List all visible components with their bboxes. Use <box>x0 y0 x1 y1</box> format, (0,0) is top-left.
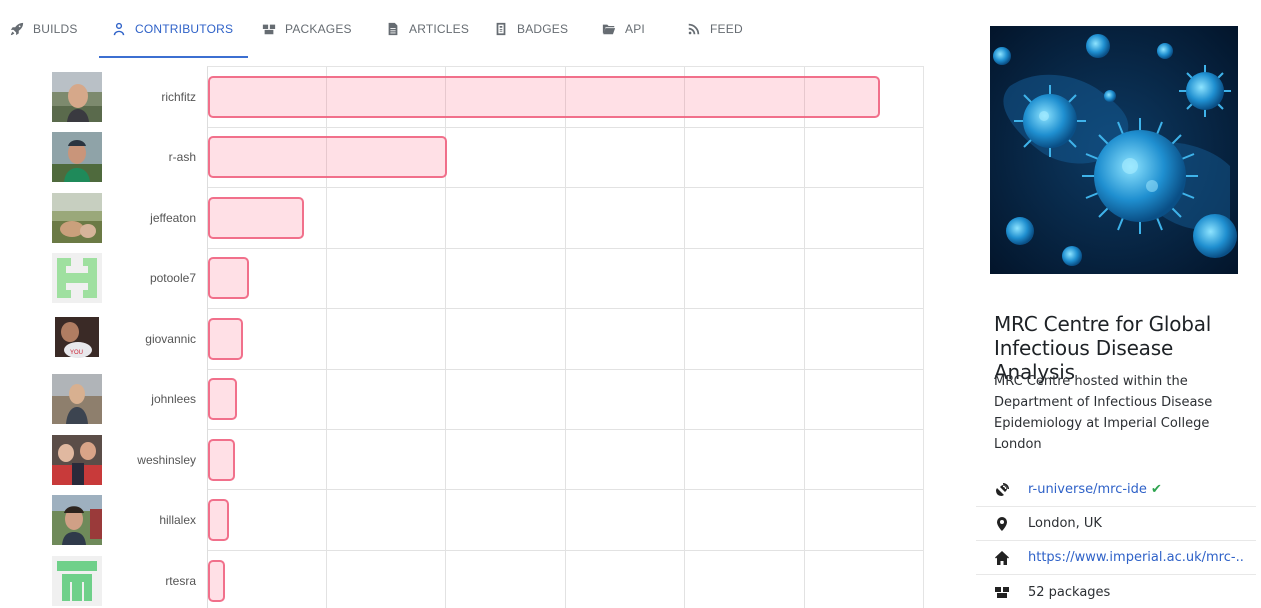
location-text: London, UK <box>1028 516 1102 531</box>
contributor-login[interactable]: potoole7 <box>150 271 196 285</box>
contributor-row[interactable]: r-ash <box>0 126 930 186</box>
info-universe[interactable]: r-universe/mrc-ide ✔ <box>976 473 1256 507</box>
organization-panel: MRC Centre for Global Infectious Disease… <box>976 0 1261 608</box>
bar[interactable] <box>208 257 249 299</box>
contributor-row[interactable]: weshinsley <box>0 429 930 489</box>
tab-contributors[interactable]: CONTRIBUTORS <box>112 0 233 58</box>
boxes-icon <box>995 587 1009 598</box>
avatar[interactable] <box>52 253 102 303</box>
avatar[interactable] <box>52 193 102 243</box>
folder-icon <box>602 24 616 35</box>
contributors-chart: richfitz r-ash jeffeaton potoole7 YOU gi… <box>0 66 930 608</box>
contributor-row[interactable]: johnlees <box>0 368 930 428</box>
tab-label: PACKAGES <box>285 22 352 36</box>
tab-builds[interactable]: BUILDS <box>10 0 78 58</box>
contributor-login[interactable]: weshinsley <box>137 453 196 467</box>
home-icon <box>995 550 1009 565</box>
bar[interactable] <box>208 560 225 602</box>
contributor-login[interactable]: hillalex <box>159 513 196 527</box>
contributor-login[interactable]: r-ash <box>169 150 196 164</box>
active-tab-indicator <box>99 56 248 58</box>
info-homepage[interactable]: https://www.imperial.ac.uk/mrc-... <box>976 541 1256 575</box>
avatar[interactable] <box>52 374 102 424</box>
tab-label: API <box>625 22 645 36</box>
organization-avatar <box>990 26 1238 274</box>
contributor-row[interactable]: rtesra <box>0 550 930 608</box>
contributor-login[interactable]: johnlees <box>151 392 196 406</box>
bar[interactable] <box>208 197 304 239</box>
avatar[interactable] <box>52 72 102 122</box>
info-packages[interactable]: 52 packages <box>976 575 1256 608</box>
avatar[interactable]: YOU <box>52 314 102 364</box>
avatar[interactable] <box>52 556 102 606</box>
rss-icon <box>688 23 700 35</box>
contributor-login[interactable]: rtesra <box>165 574 196 588</box>
avatar[interactable] <box>52 495 102 545</box>
boxes-icon <box>262 24 276 35</box>
rocket-icon <box>10 22 24 36</box>
contributor-login[interactable]: richfitz <box>161 90 196 104</box>
bar[interactable] <box>208 439 235 481</box>
tab-label: ARTICLES <box>409 22 470 36</box>
verified-check-icon: ✔ <box>1151 482 1162 497</box>
badge-icon <box>496 22 506 36</box>
tab-feed[interactable]: FEED <box>687 0 743 58</box>
contributor-row[interactable]: hillalex <box>0 489 930 549</box>
tab-api[interactable]: API <box>602 0 645 58</box>
contributor-row[interactable]: richfitz <box>0 66 930 126</box>
tab-packages[interactable]: PACKAGES <box>262 0 352 58</box>
tab-label: BUILDS <box>33 22 78 36</box>
bar[interactable] <box>208 76 880 118</box>
tab-label: FEED <box>710 22 743 36</box>
bar[interactable] <box>208 136 447 178</box>
tab-articles[interactable]: ARTICLES <box>386 0 469 58</box>
organization-description: MRC Centre hosted within the Department … <box>994 374 1213 452</box>
contributor-login[interactable]: giovannic <box>145 332 196 346</box>
bar[interactable] <box>208 378 237 420</box>
tab-label: CONTRIBUTORS <box>135 22 234 36</box>
svg-text:YOU: YOU <box>70 350 83 356</box>
contributor-login[interactable]: jeffeaton <box>150 211 196 225</box>
universe-link[interactable]: r-universe/mrc-ide <box>1028 482 1147 497</box>
tab-bar: BUILDS CONTRIBUTORS PACKAGES ARTICLES BA… <box>0 0 960 58</box>
map-marker-icon <box>997 516 1007 531</box>
contributor-row[interactable]: potoole7 <box>0 247 930 307</box>
avatar[interactable] <box>52 435 102 485</box>
file-icon <box>388 22 398 36</box>
satellite-dish-icon <box>996 482 1009 496</box>
bar[interactable] <box>208 318 243 360</box>
info-location: London, UK <box>976 507 1256 541</box>
packages-count: 52 packages <box>1028 584 1111 600</box>
tab-badges[interactable]: BADGES <box>494 0 568 58</box>
contributor-row[interactable]: YOU giovannic <box>0 308 930 368</box>
user-icon <box>113 22 125 36</box>
contributor-row[interactable]: jeffeaton <box>0 187 930 247</box>
homepage-link[interactable]: https://www.imperial.ac.uk/mrc-... <box>1028 550 1243 565</box>
bar[interactable] <box>208 499 229 541</box>
tab-label: BADGES <box>517 22 569 36</box>
avatar[interactable] <box>52 132 102 182</box>
